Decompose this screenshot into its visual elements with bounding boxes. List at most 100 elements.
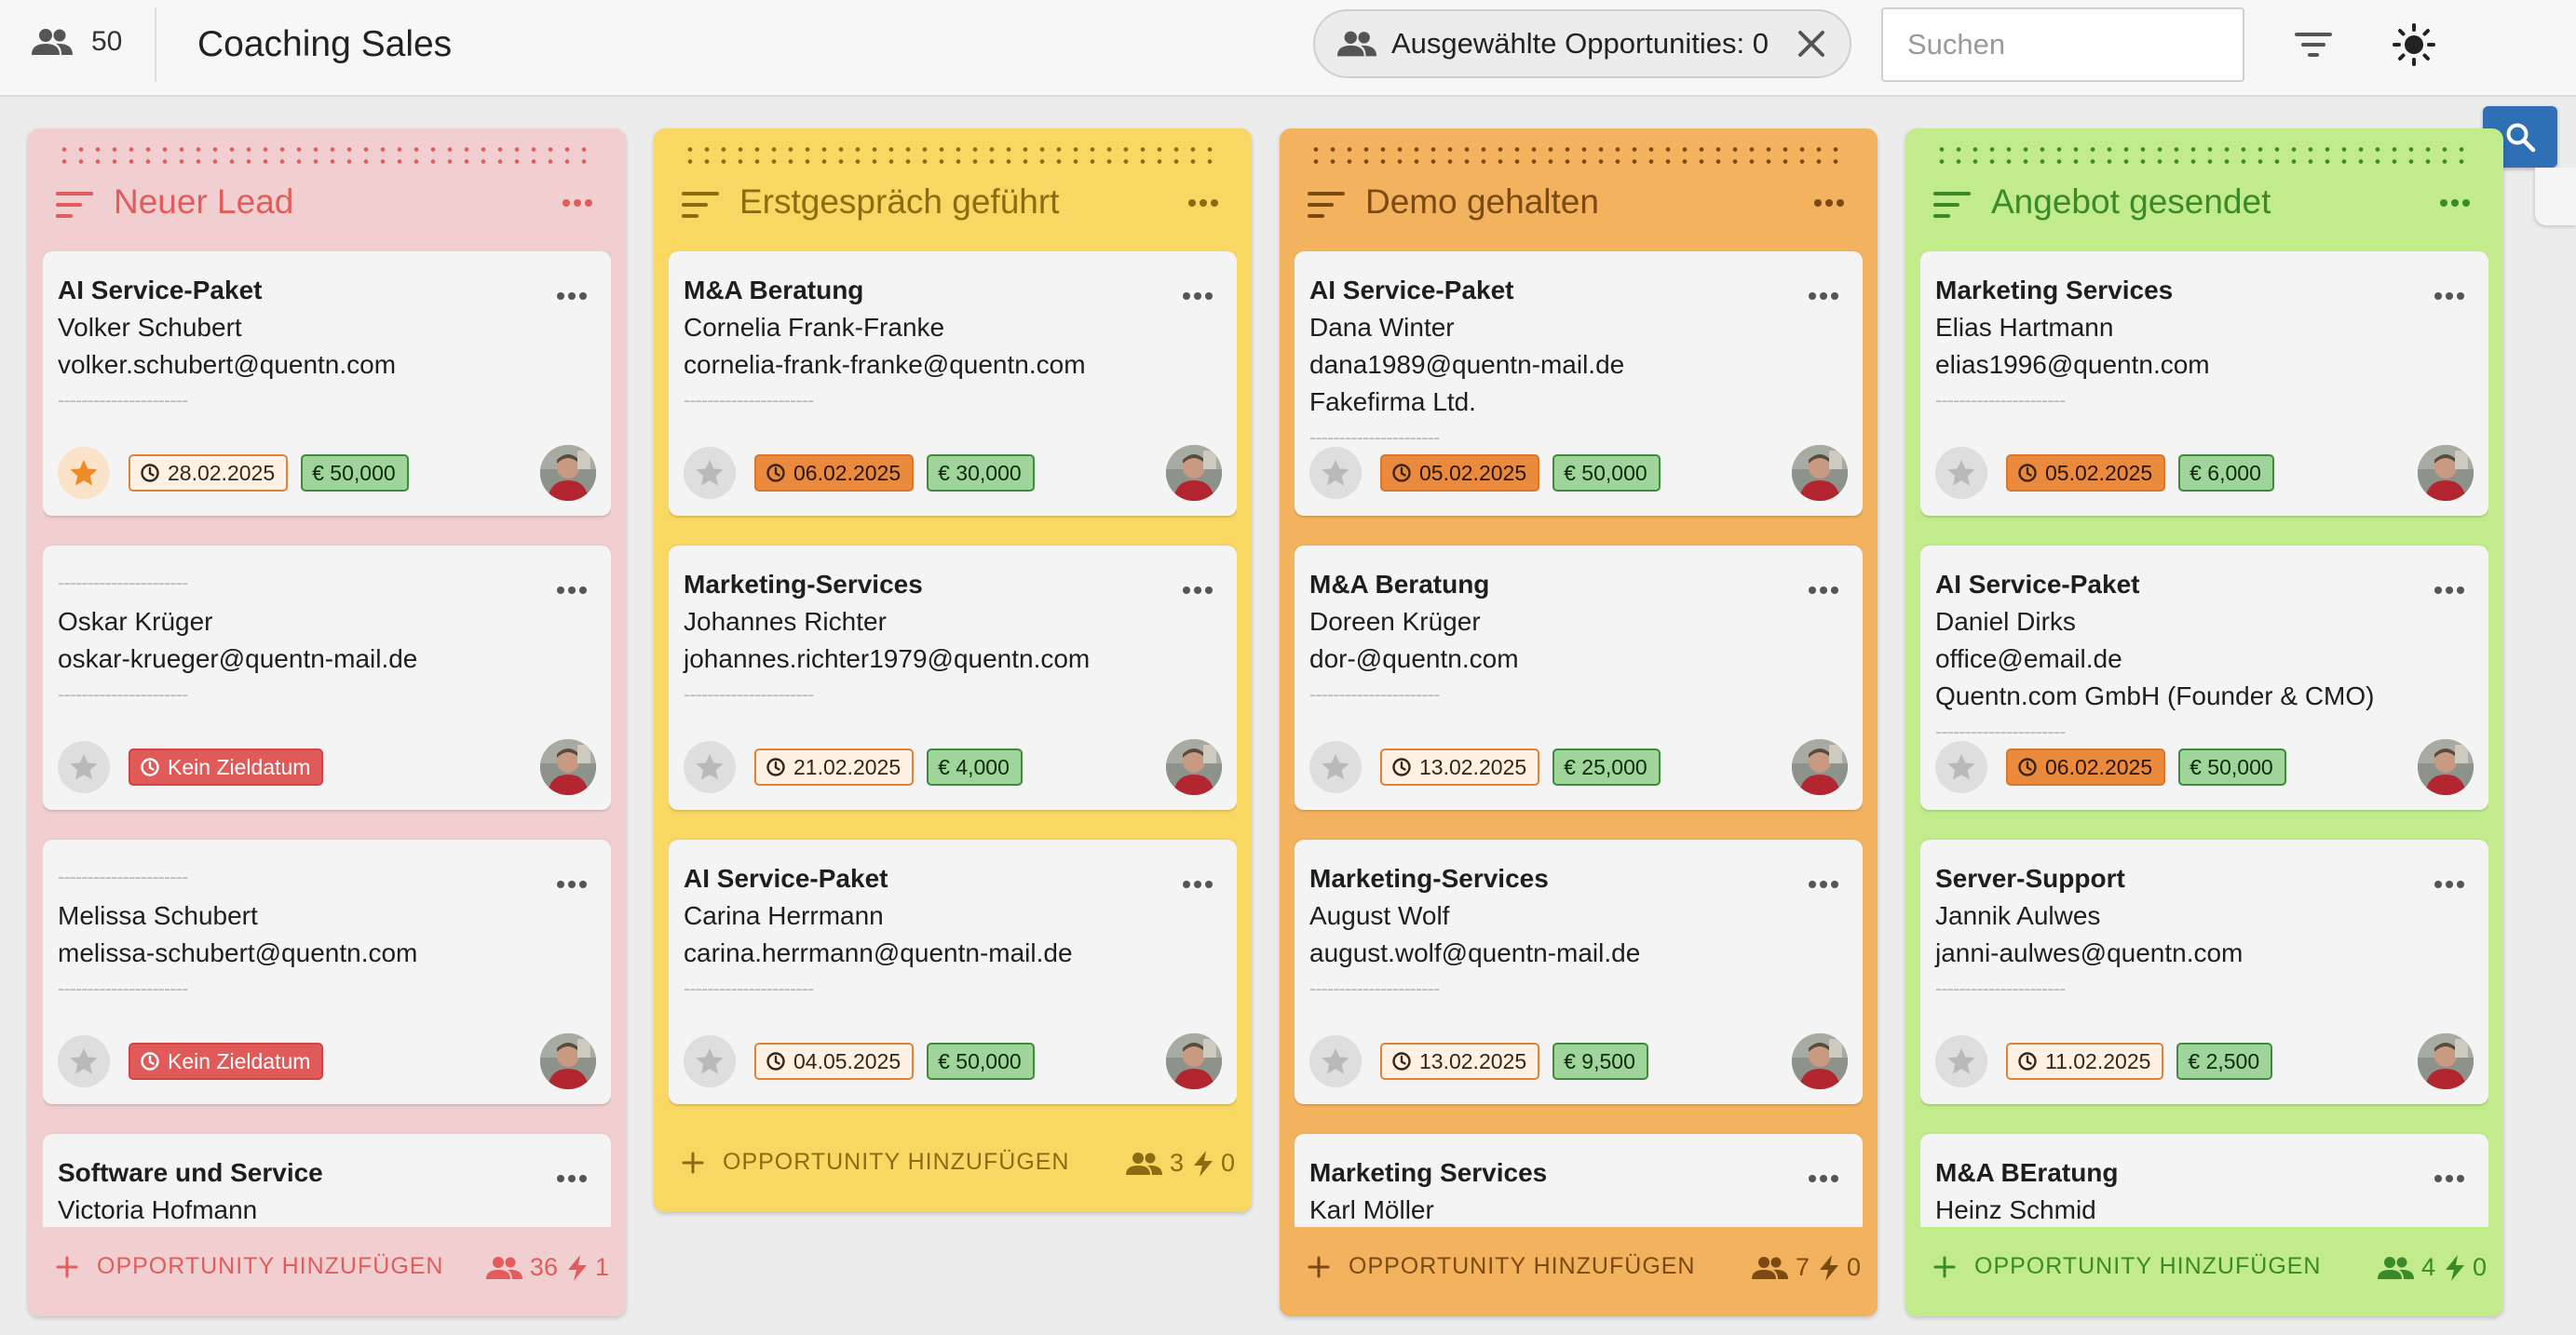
due-date-chip[interactable]: 05.02.2025 [2006,454,2166,492]
add-opportunity-button[interactable]: OPPORTUNITY HINZUFÜGEN [1933,1253,2322,1280]
avatar[interactable] [1166,739,1222,795]
opportunity-card[interactable]: Marketing Services Elias Hartmann elias199… [1920,251,2488,516]
due-date-chip[interactable]: 13.02.2025 [1380,1043,1540,1080]
avatar[interactable] [540,445,596,501]
more-horizontal-icon[interactable] [2438,192,2472,214]
favorite-toggle[interactable] [58,1035,110,1087]
search-input[interactable] [1881,7,2244,82]
due-date-chip[interactable]: 13.02.2025 [1380,748,1540,786]
favorite-toggle[interactable] [684,741,736,793]
card-details: M&A Beratung Doreen Krüger dor-@quentn.com… [1309,566,1794,715]
favorite-toggle[interactable] [58,447,110,499]
more-horizontal-icon[interactable] [1186,192,1220,214]
column-header: Neuer Lead [28,173,626,235]
opportunity-card[interactable]: AI Service-Paket Carina Herrmann carina.he… [669,840,1237,1104]
opportunity-card[interactable]: Server-Support Jannik Aulwes janni-aulwes@… [1920,840,2488,1104]
opportunity-card[interactable]: AI Service-Paket Dana Winter dana1989@quen… [1295,251,1863,516]
more-horizontal-icon[interactable] [2433,1169,2466,1188]
group-icon [2377,1256,2414,1279]
favorite-toggle[interactable] [684,447,736,499]
sun-icon[interactable] [2392,22,2436,67]
opportunity-card[interactable]: Software und Service Victoria Hofmann [43,1134,611,1227]
add-opportunity-button[interactable]: OPPORTUNITY HINZUFÜGEN [682,1149,1070,1176]
due-date-chip[interactable]: 06.02.2025 [2006,748,2166,786]
favorite-toggle[interactable] [684,1035,736,1087]
add-opportunity-button[interactable]: OPPORTUNITY HINZUFÜGEN [56,1253,444,1280]
avatar[interactable] [2418,739,2474,795]
due-date-chip[interactable]: 06.02.2025 [754,454,915,492]
opportunity-card[interactable]: Marketing-Services August Wolf august.wolf… [1295,840,1863,1104]
more-horizontal-icon[interactable] [1807,287,1840,305]
due-date-chip[interactable]: Kein Zieldatum [129,748,324,786]
favorite-toggle[interactable] [58,741,110,793]
card-line: Elias Hartmann [1935,313,2114,342]
opportunity-card[interactable]: ---------------------- Oskar Krüger oskar-… [43,546,611,810]
sort-lines-icon[interactable] [682,190,719,220]
opportunity-card[interactable]: M&A Beratung Doreen Krüger dor-@quentn.com… [1295,546,1863,810]
filter-icon[interactable] [2293,24,2334,65]
avatar[interactable] [540,1033,596,1089]
avatar-photo [1792,739,1848,795]
more-horizontal-icon[interactable] [1181,875,1214,894]
card-divider: ---------------------- [684,682,814,706]
opportunity-card[interactable]: ---------------------- Melissa Schubert me… [43,840,611,1104]
opportunity-card[interactable]: Marketing-Services Johannes Richter johann… [669,546,1237,810]
more-horizontal-icon[interactable] [1807,1169,1840,1188]
due-date-chip[interactable]: 11.02.2025 [2006,1043,2164,1080]
card-title: Marketing-Services [684,570,923,599]
more-horizontal-icon[interactable] [555,1169,589,1188]
more-horizontal-icon[interactable] [2433,875,2466,894]
due-date-chip[interactable]: Kein Zieldatum [129,1043,324,1080]
avatar[interactable] [1792,739,1848,795]
sort-lines-icon[interactable] [56,190,93,220]
more-horizontal-icon[interactable] [1807,581,1840,600]
more-horizontal-icon[interactable] [1181,581,1214,600]
avatar[interactable] [1166,445,1222,501]
opportunity-card[interactable]: M&A Beratung Cornelia Frank-Franke corneli… [669,251,1237,516]
add-opportunity-button[interactable]: OPPORTUNITY HINZUFÜGEN [1308,1253,1696,1280]
due-date-chip[interactable]: 04.05.2025 [754,1043,915,1080]
opportunity-card[interactable]: AI Service-Paket Volker Schubert volker.sc… [43,251,611,516]
opportunity-card[interactable]: Marketing Services Karl Möller [1295,1134,1863,1227]
user-count[interactable]: 50 [30,26,122,58]
more-horizontal-icon[interactable] [1181,287,1214,305]
due-date-chip[interactable]: 28.02.2025 [129,454,289,492]
avatar[interactable] [540,739,596,795]
sort-lines-icon[interactable] [1308,190,1345,220]
favorite-toggle[interactable] [1935,1035,1987,1087]
opportunity-card[interactable]: AI Service-Paket Daniel Dirks office@email… [1920,546,2488,810]
avatar[interactable] [1166,1033,1222,1089]
more-horizontal-icon[interactable] [1807,875,1840,894]
favorite-toggle[interactable] [1935,447,1987,499]
more-horizontal-icon[interactable] [555,581,589,600]
side-panel-handle[interactable] [2535,168,2576,225]
due-date-chip[interactable]: 05.02.2025 [1380,454,1540,492]
sort-lines-icon[interactable] [1933,190,1971,220]
amount-chip: € 4,000 [927,748,1023,786]
due-date-label: Kein Zieldatum [168,754,311,779]
more-horizontal-icon[interactable] [2433,581,2466,600]
close-icon[interactable] [1790,22,1833,65]
due-date-chip[interactable]: 21.02.2025 [754,748,915,786]
avatar[interactable] [1792,445,1848,501]
card-details: Software und Service Victoria Hofmann [58,1154,542,1227]
favorite-toggle[interactable] [1309,447,1362,499]
card-line: Johannes Richter [684,607,887,636]
favorite-toggle[interactable] [1935,741,1987,793]
more-horizontal-icon[interactable] [1812,192,1846,214]
avatar[interactable] [2418,1033,2474,1089]
star-icon [70,460,98,486]
more-horizontal-icon[interactable] [555,287,589,305]
avatar[interactable] [1792,1033,1848,1089]
card-line: dor-@quentn.com [1309,644,1519,673]
card-divider: ---------------------- [1935,720,2066,743]
avatar[interactable] [2418,445,2474,501]
selected-opportunities-chip[interactable]: Ausgewählte Opportunities: 0 [1313,9,1851,78]
more-horizontal-icon[interactable] [555,875,589,894]
favorite-toggle[interactable] [1309,741,1362,793]
more-horizontal-icon[interactable] [2433,287,2466,305]
favorite-toggle[interactable] [1309,1035,1362,1087]
more-horizontal-icon[interactable] [561,192,594,214]
amount-chip: € 6,000 [2178,454,2274,492]
opportunity-card[interactable]: M&A BEratung Heinz Schmid [1920,1134,2488,1227]
